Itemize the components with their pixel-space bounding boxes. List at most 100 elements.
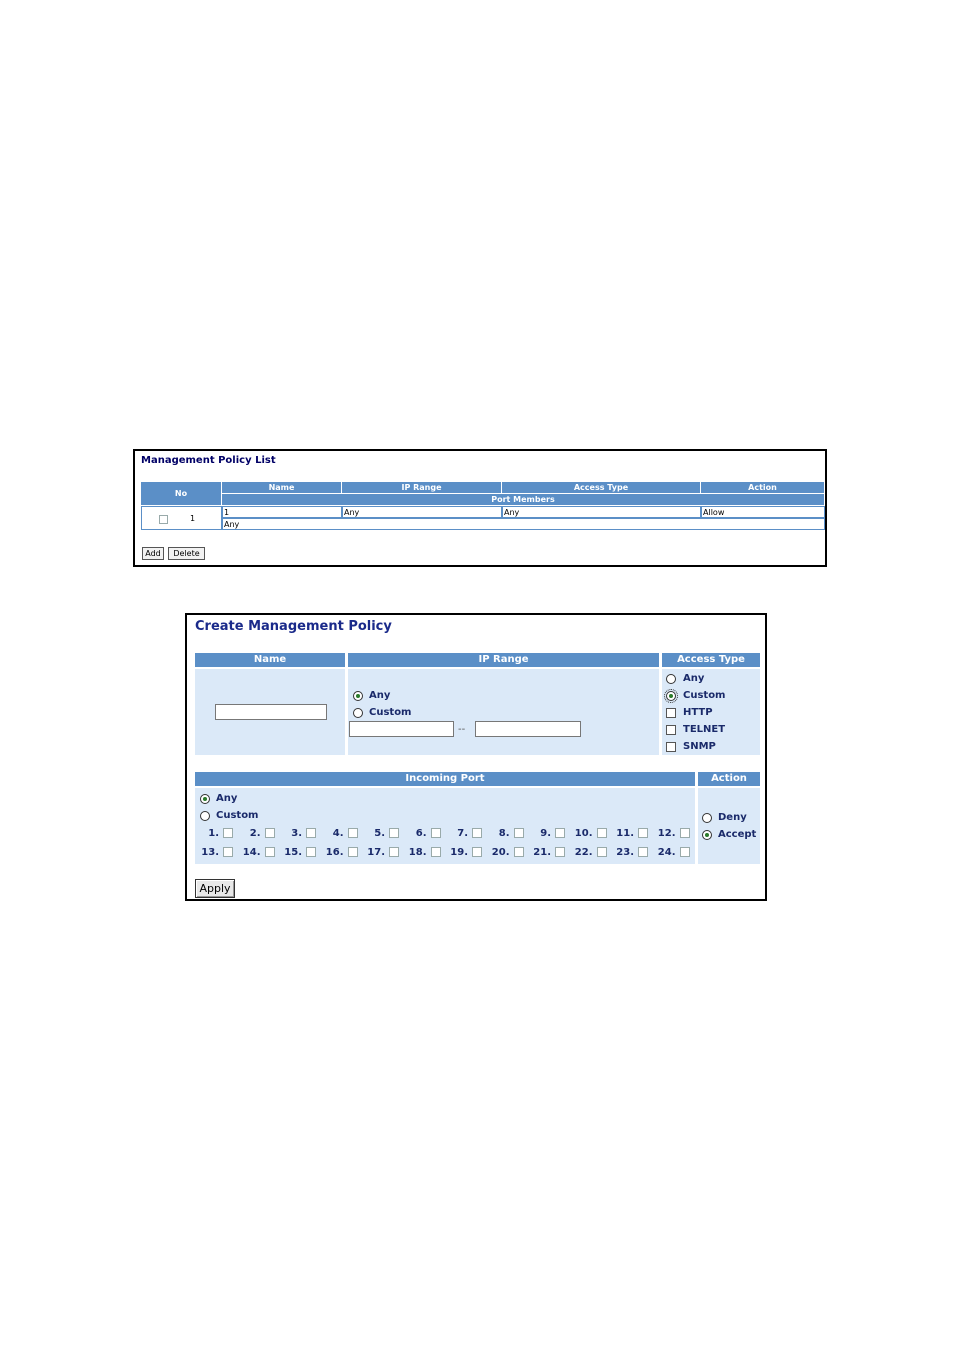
apply-button[interactable]: Apply xyxy=(195,879,235,898)
access-snmp-label: SNMP xyxy=(683,741,716,752)
management-policy-list-panel: Management Policy List No Name IP Range … xyxy=(133,449,827,567)
port-label: 4. xyxy=(332,828,344,839)
port-label: 8. xyxy=(498,828,510,839)
row-port-members: Any xyxy=(222,518,825,530)
port-checkbox[interactable] xyxy=(472,828,482,838)
list-title: Management Policy List xyxy=(141,455,276,466)
header-action: Action xyxy=(698,772,760,786)
port-checkbox[interactable] xyxy=(638,847,648,857)
port-checkbox[interactable] xyxy=(223,828,233,838)
name-cell xyxy=(195,669,345,755)
col-header-port-members: Port Members xyxy=(222,494,825,505)
port-label: 11. xyxy=(616,828,634,839)
access-any-radio[interactable] xyxy=(666,674,676,684)
col-header-access-type: Access Type xyxy=(502,482,701,493)
header-name: Name xyxy=(195,653,345,667)
port-label: 13. xyxy=(201,847,219,858)
port-checkbox[interactable] xyxy=(264,847,275,857)
port-label: 1. xyxy=(208,828,219,839)
ip-range-cell: Any Custom -- xyxy=(348,669,659,755)
row-access-type: Any xyxy=(502,506,701,518)
port-checkbox[interactable] xyxy=(223,847,233,857)
row-ip-range: Any xyxy=(342,506,502,518)
action-accept-radio[interactable] xyxy=(702,830,712,840)
port-checkbox[interactable] xyxy=(347,828,358,838)
add-button[interactable]: Add xyxy=(142,547,164,560)
ip-range-custom-radio[interactable] xyxy=(353,708,363,718)
col-header-name: Name xyxy=(222,482,342,493)
access-http-label: HTTP xyxy=(683,707,713,718)
port-label: 7. xyxy=(457,828,468,839)
access-any-label: Any xyxy=(683,673,705,684)
port-any-radio[interactable] xyxy=(200,794,210,804)
create-title: Create Management Policy xyxy=(195,619,392,634)
row-select-checkbox[interactable] xyxy=(159,515,168,524)
port-checkbox[interactable] xyxy=(347,847,358,857)
row-number: 1 xyxy=(190,514,196,523)
port-checkbox[interactable] xyxy=(638,828,648,838)
port-checkbox[interactable] xyxy=(679,828,690,838)
header-ip-range: IP Range xyxy=(348,653,659,667)
port-label: 10. xyxy=(574,828,593,839)
port-label: 21. xyxy=(533,847,551,858)
port-checkbox[interactable] xyxy=(596,847,607,857)
port-checkbox[interactable] xyxy=(389,828,399,838)
action-accept-label: Accept xyxy=(718,829,757,840)
ip-range-any-radio[interactable] xyxy=(353,691,363,701)
header-incoming-port: Incoming Port xyxy=(195,772,695,786)
action-cell: Deny Accept xyxy=(698,788,760,864)
row-name: 1 xyxy=(222,506,342,518)
access-custom-label: Custom xyxy=(683,690,726,701)
port-checkbox[interactable] xyxy=(513,828,524,838)
port-custom-radio[interactable] xyxy=(200,811,210,821)
port-label: 9. xyxy=(540,828,551,839)
port-custom-label: Custom xyxy=(216,810,259,821)
action-deny-label: Deny xyxy=(718,812,747,823)
action-deny-radio[interactable] xyxy=(702,813,712,823)
access-http-checkbox[interactable] xyxy=(666,708,676,718)
port-checkbox[interactable] xyxy=(430,847,441,857)
port-label: 3. xyxy=(291,828,302,839)
port-label: 16. xyxy=(325,847,344,858)
port-label: 22. xyxy=(574,847,593,858)
table-row-no-cell: 1 xyxy=(141,506,222,530)
port-checkbox[interactable] xyxy=(264,828,275,838)
col-header-ip-range: IP Range xyxy=(342,482,502,493)
port-label: 23. xyxy=(616,847,634,858)
row-action: Allow xyxy=(701,506,825,518)
access-telnet-checkbox[interactable] xyxy=(666,725,676,735)
ip-range-custom-label: Custom xyxy=(369,707,412,718)
policy-name-input[interactable] xyxy=(215,704,327,720)
col-header-no: No xyxy=(141,482,222,505)
port-checkbox[interactable] xyxy=(555,847,565,857)
port-checkbox[interactable] xyxy=(679,847,690,857)
port-checkbox[interactable] xyxy=(306,847,316,857)
port-label: 5. xyxy=(374,828,385,839)
port-label: 17. xyxy=(367,847,385,858)
port-label: 24. xyxy=(657,847,676,858)
port-label: 6. xyxy=(415,828,427,839)
port-label: 14. xyxy=(242,847,261,858)
ip-range-start-input[interactable] xyxy=(349,721,454,737)
port-any-label: Any xyxy=(216,793,238,804)
port-checkbox[interactable] xyxy=(306,828,316,838)
header-access-type: Access Type xyxy=(662,653,760,667)
port-checkbox[interactable] xyxy=(472,847,482,857)
port-label: 15. xyxy=(284,847,302,858)
port-label: 20. xyxy=(491,847,510,858)
port-checkbox[interactable] xyxy=(430,828,441,838)
delete-button[interactable]: Delete xyxy=(168,547,205,560)
access-snmp-checkbox[interactable] xyxy=(666,742,676,752)
port-checkbox[interactable] xyxy=(555,828,565,838)
incoming-port-cell: Any Custom 1. 2. 3. 4. 5. 6. 7. 8. 9. 10. 11. 12. 13… xyxy=(195,788,695,864)
col-header-action: Action xyxy=(701,482,825,493)
port-checkbox[interactable] xyxy=(389,847,399,857)
port-label: 2. xyxy=(249,828,261,839)
access-telnet-label: TELNET xyxy=(683,724,726,735)
access-type-cell: Any Custom HTTP TELNET SNMP xyxy=(662,669,760,755)
port-checkbox[interactable] xyxy=(596,828,607,838)
ip-range-end-input[interactable] xyxy=(475,721,581,737)
port-checkbox[interactable] xyxy=(513,847,524,857)
access-custom-radio[interactable] xyxy=(664,689,678,703)
ip-range-separator: -- xyxy=(458,724,466,735)
